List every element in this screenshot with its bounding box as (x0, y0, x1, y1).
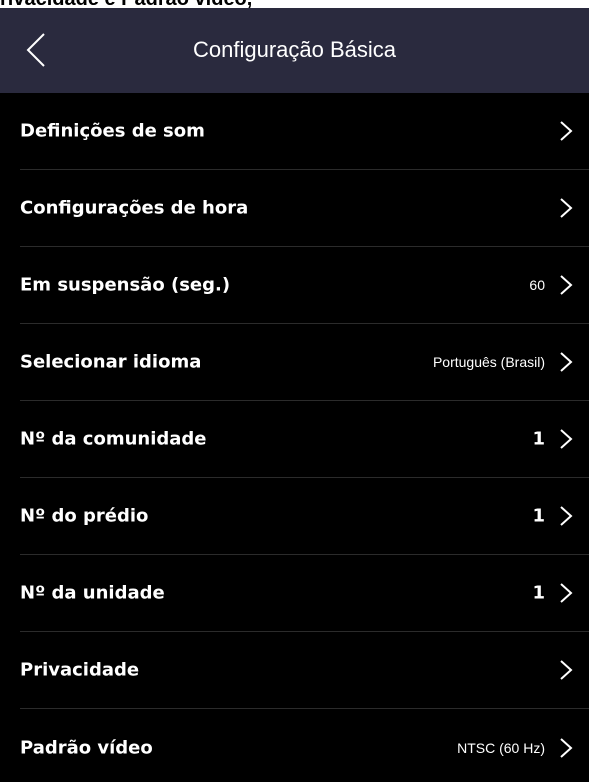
language-value: Português (Brasil) (432, 354, 545, 370)
row-time-settings[interactable]: Configurações de hora (20, 170, 589, 247)
building-number-value: 1 (532, 505, 545, 527)
title-bar: Configuração Básica (0, 8, 589, 93)
row-label: Configurações de hora (20, 197, 249, 219)
row-building-number[interactable]: Nº do prédio 1 (20, 478, 589, 555)
chevron-right-icon (559, 659, 573, 681)
chevron-right-icon (559, 197, 573, 219)
unit-number-value: 1 (532, 582, 545, 604)
chevron-right-icon (559, 582, 573, 604)
device-screen: Configuração Básica Definições de som Co… (0, 8, 589, 782)
sleep-timeout-value: 60 (529, 277, 545, 293)
chevron-right-icon (559, 274, 573, 296)
chevron-right-icon (559, 737, 573, 759)
chevron-right-icon (559, 351, 573, 373)
row-label: Definições de som (20, 120, 205, 142)
video-standard-value: NTSC (60 Hz) (457, 739, 545, 756)
chevron-right-icon (559, 428, 573, 450)
row-label: Privacidade (20, 659, 140, 681)
chevron-right-icon (559, 120, 573, 142)
row-sound-settings[interactable]: Definições de som (20, 93, 589, 170)
row-unit-number[interactable]: Nº da unidade 1 (20, 555, 589, 632)
row-label: Nº da unidade (20, 582, 165, 604)
page-title: Configuração Básica (192, 37, 396, 62)
row-label: Em suspensão (seg.) (20, 274, 231, 296)
row-sleep-timeout[interactable]: Em suspensão (seg.) 60 (20, 247, 589, 324)
row-video-standard[interactable]: Padrão vídeo NTSC (60 Hz) (20, 709, 589, 782)
chevron-right-icon (559, 505, 573, 527)
row-label: Selecionar idioma (20, 351, 202, 373)
row-privacy[interactable]: Privacidade (20, 632, 589, 709)
settings-list: Definições de som Configurações de hora … (0, 93, 589, 782)
row-community-number[interactable]: Nº da comunidade 1 (20, 401, 589, 478)
row-select-language[interactable]: Selecionar idioma Português (Brasil) (20, 324, 589, 401)
row-label: Padrão vídeo (20, 737, 153, 758)
community-number-value: 1 (532, 428, 545, 450)
page: rivacidade e Padrão vídeo, Configuração … (0, 0, 589, 782)
row-label: Nº do prédio (20, 505, 149, 527)
row-label: Nº da comunidade (20, 428, 207, 450)
